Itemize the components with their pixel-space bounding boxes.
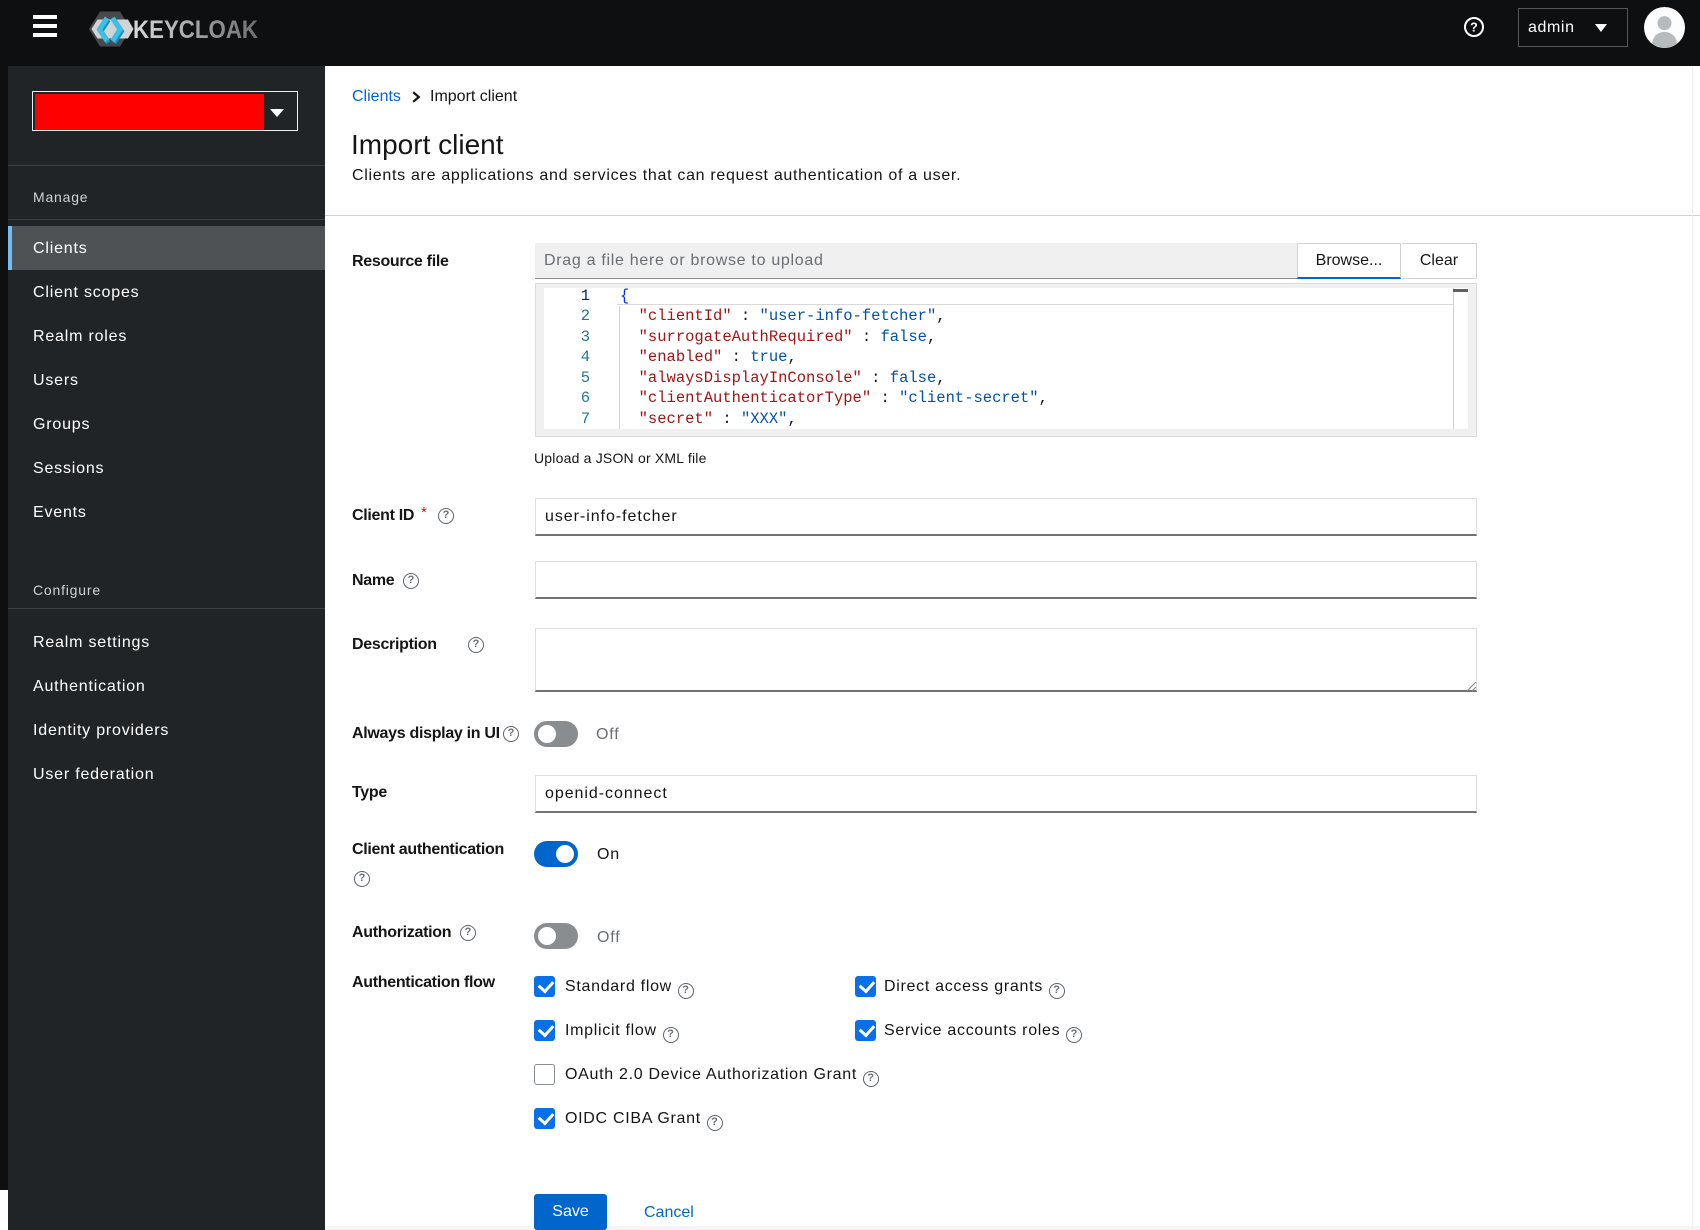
- svg-text:KEYCLOAK: KEYCLOAK: [133, 16, 258, 44]
- svg-text:?: ?: [1470, 21, 1478, 35]
